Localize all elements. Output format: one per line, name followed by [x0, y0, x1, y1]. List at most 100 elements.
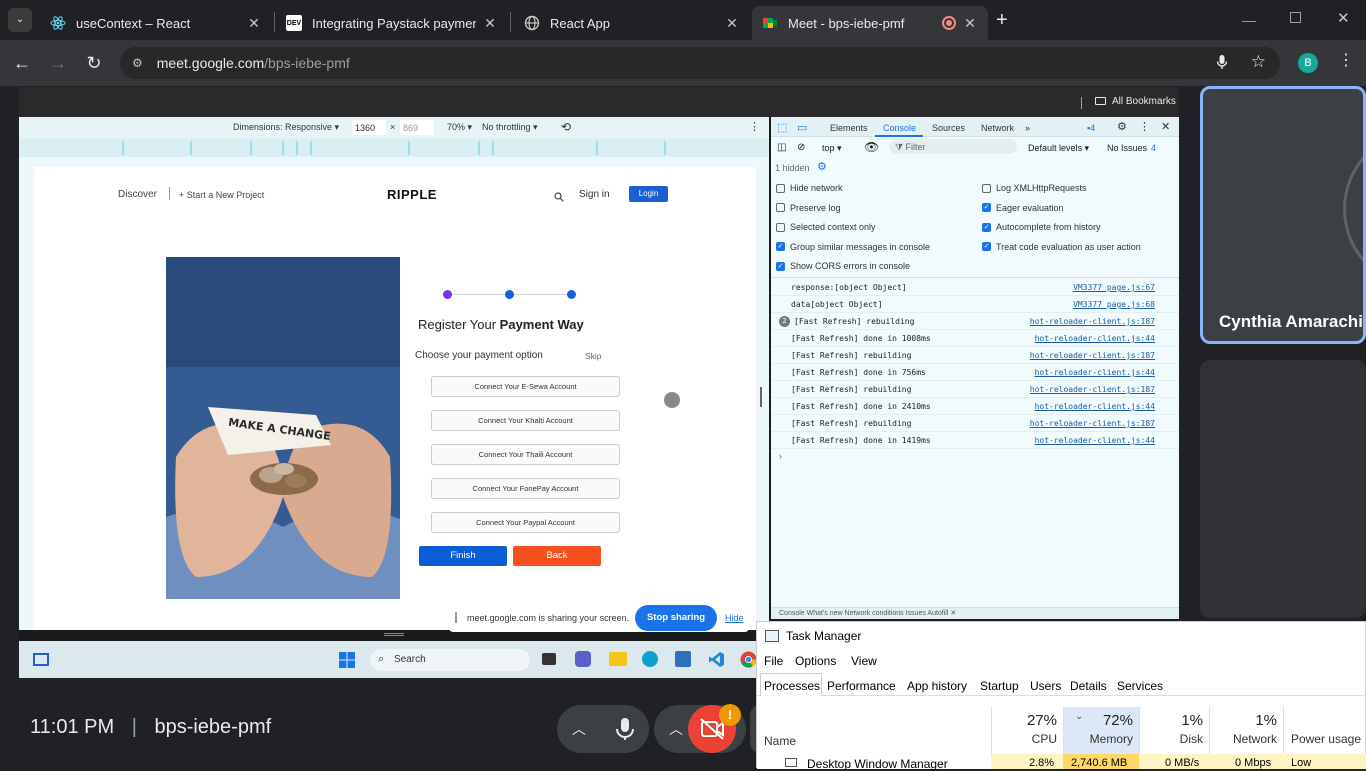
inspect-icon[interactable]: ⬚ — [777, 121, 787, 134]
setting-left-0[interactable]: Hide network — [776, 183, 843, 193]
forward-arrow-icon[interactable]: → — [45, 50, 71, 76]
tab-console[interactable]: Console — [883, 123, 916, 133]
drawer-tabs[interactable]: Console What's new Network conditions Is… — [771, 607, 1179, 619]
col-header-memory[interactable]: 72% Memory — [1063, 697, 1139, 757]
vscode-icon[interactable] — [708, 651, 725, 673]
tm-tab-services[interactable]: Services — [1117, 679, 1163, 693]
widgets-icon[interactable] — [33, 653, 49, 666]
console-settings-gear-icon[interactable]: ⚙ — [817, 160, 827, 173]
issues-counter[interactable]: ▪4 — [1087, 123, 1095, 133]
clear-console-icon[interactable]: ⊘ — [797, 142, 805, 153]
devtools-close-icon[interactable]: ✕ — [1161, 120, 1170, 133]
setting-right-0[interactable]: Log XMLHttpRequests — [982, 183, 1087, 193]
minimize-icon[interactable]: — — [1242, 12, 1256, 28]
microphone-button[interactable] — [601, 705, 649, 753]
log-source-link[interactable]: hot-reloader-client.js:187 — [1030, 351, 1155, 360]
console-prompt[interactable]: › — [779, 451, 782, 461]
connect-paypal-button[interactable]: Connect Your Paypal Account — [431, 512, 620, 533]
alert-badge-icon[interactable]: ! — [719, 704, 741, 726]
setting-left-2[interactable]: Selected context only — [776, 222, 876, 232]
hide-notice-link[interactable]: Hide — [725, 613, 744, 623]
nav-discover[interactable]: Discover — [118, 189, 157, 200]
context-select[interactable]: top ▾ — [822, 143, 842, 154]
throttling-select[interactable]: No throttling ▾ — [482, 122, 538, 133]
stop-sharing-button[interactable]: Stop sharing — [635, 605, 717, 631]
device-toggle-icon[interactable]: ▭ — [797, 121, 807, 134]
checkbox-icon[interactable]: ✓ — [776, 261, 785, 271]
close-tab-icon[interactable]: ✕ — [962, 15, 978, 32]
taskbar-search-box[interactable]: ⌕ Search — [370, 649, 530, 671]
setting-right-2[interactable]: ✓ Autocomplete from history — [982, 222, 1101, 232]
console-filter-input[interactable]: ⧩ Filter — [889, 139, 1017, 154]
checkbox-icon[interactable] — [982, 183, 991, 193]
log-source-link[interactable]: VM3377 page.js:67 — [1073, 283, 1155, 292]
viewport-resize-handle[interactable] — [760, 387, 762, 407]
menu-view[interactable]: View — [851, 654, 877, 668]
log-source-link[interactable]: hot-reloader-client.js:44 — [1035, 402, 1155, 411]
checkbox-icon[interactable] — [776, 183, 785, 193]
tab-react-app[interactable]: React App ✕ — [514, 6, 750, 40]
microphone-icon[interactable] — [1216, 54, 1228, 73]
bookmark-star-icon[interactable]: ☆ — [1251, 52, 1266, 72]
connect-khalti-button[interactable]: Connect Your Khalti Account — [431, 410, 620, 431]
log-source-link[interactable]: VM3377 page.js:68 — [1073, 300, 1155, 309]
finish-button[interactable]: Finish — [419, 546, 507, 566]
sign-in-link[interactable]: Sign in — [579, 189, 610, 200]
tab-elements[interactable]: Elements — [830, 123, 868, 133]
participant-tile[interactable]: Cynthia Amarachi — [1200, 86, 1366, 344]
mic-options-chevron-icon[interactable]: ︿ — [567, 717, 591, 741]
site-settings-icon[interactable]: ⚙ — [132, 56, 143, 70]
tab-search-button[interactable]: ⌄ — [8, 8, 32, 32]
more-tabs-icon[interactable]: » — [1025, 123, 1030, 133]
login-button[interactable]: Login — [629, 186, 668, 202]
close-tab-icon[interactable]: ✕ — [246, 15, 262, 32]
window-close-icon[interactable]: ✕ — [1337, 9, 1350, 27]
reload-icon[interactable]: ↻ — [81, 50, 107, 76]
drag-handle-icon[interactable] — [455, 612, 457, 623]
tm-tab-details[interactable]: Details — [1070, 679, 1107, 693]
tab-sources[interactable]: Sources — [932, 123, 965, 133]
setting-left-1[interactable]: Preserve log — [776, 203, 841, 213]
teams-icon[interactable] — [575, 651, 591, 667]
setting-right-1[interactable]: ✓ Eager evaluation — [982, 203, 1064, 213]
connect-thaili-button[interactable]: Connect Your Thaili Account — [431, 444, 620, 465]
checkbox-icon[interactable] — [776, 203, 785, 213]
dimensions-select[interactable]: Dimensions: Responsive ▾ — [233, 122, 339, 133]
tab-usecontext[interactable]: useContext – React ✕ — [40, 6, 272, 40]
checkbox-icon[interactable]: ✓ — [982, 242, 991, 252]
skip-link[interactable]: Skip — [585, 351, 602, 361]
no-issues-label[interactable]: No Issues — [1107, 143, 1147, 153]
nav-start-project[interactable]: + Start a New Project — [179, 190, 264, 200]
resize-grip-icon[interactable] — [384, 633, 404, 636]
log-source-link[interactable]: hot-reloader-client.js:44 — [1035, 334, 1155, 343]
tm-tab-performance[interactable]: Performance — [827, 679, 896, 693]
checkbox-icon[interactable]: ✓ — [982, 222, 991, 232]
chrome-icon[interactable] — [740, 651, 757, 673]
col-header-network[interactable]: 1% Network — [1209, 697, 1283, 757]
live-expression-eye-icon[interactable]: 👁 — [864, 140, 879, 154]
log-levels-select[interactable]: Default levels ▾ — [1028, 143, 1089, 154]
menu-kebab-icon[interactable]: ⋮ — [1338, 51, 1354, 71]
restore-icon[interactable] — [1290, 12, 1301, 23]
store-icon[interactable] — [675, 651, 691, 667]
checkbox-icon[interactable] — [776, 222, 785, 232]
zoom-select[interactable]: 70% ▾ — [447, 122, 472, 133]
devtools-more-icon[interactable]: ⋮ — [1139, 120, 1150, 133]
tm-tab-users[interactable]: Users — [1030, 679, 1061, 693]
task-view-icon[interactable] — [542, 653, 556, 665]
setting-right-3[interactable]: ✓ Treat code evaluation as user action — [982, 242, 1141, 252]
log-source-link[interactable]: hot-reloader-client.js:44 — [1035, 436, 1155, 445]
tab-meet[interactable]: Meet - bps-iebe-pmf ✕ — [752, 6, 988, 40]
setting-left-3[interactable]: ✓ Group similar messages in console — [776, 242, 930, 252]
col-header-disk[interactable]: 1% Disk — [1139, 697, 1209, 757]
log-source-link[interactable]: hot-reloader-client.js:187 — [1030, 385, 1155, 394]
rotate-icon[interactable]: ⟲ — [561, 120, 571, 134]
new-tab-icon[interactable]: + — [996, 9, 1008, 31]
tm-tab-startup[interactable]: Startup — [980, 679, 1019, 693]
address-bar[interactable]: ⚙ meet.google.com/bps-iebe-pmf ☆ — [120, 47, 1280, 79]
col-header-power-usage[interactable]: Power usage — [1283, 697, 1366, 757]
log-source-link[interactable]: hot-reloader-client.js:187 — [1030, 317, 1155, 326]
file-explorer-icon[interactable] — [609, 652, 627, 666]
log-source-link[interactable]: hot-reloader-client.js:187 — [1030, 419, 1155, 428]
tm-tab-processes[interactable]: Processes — [764, 679, 820, 693]
